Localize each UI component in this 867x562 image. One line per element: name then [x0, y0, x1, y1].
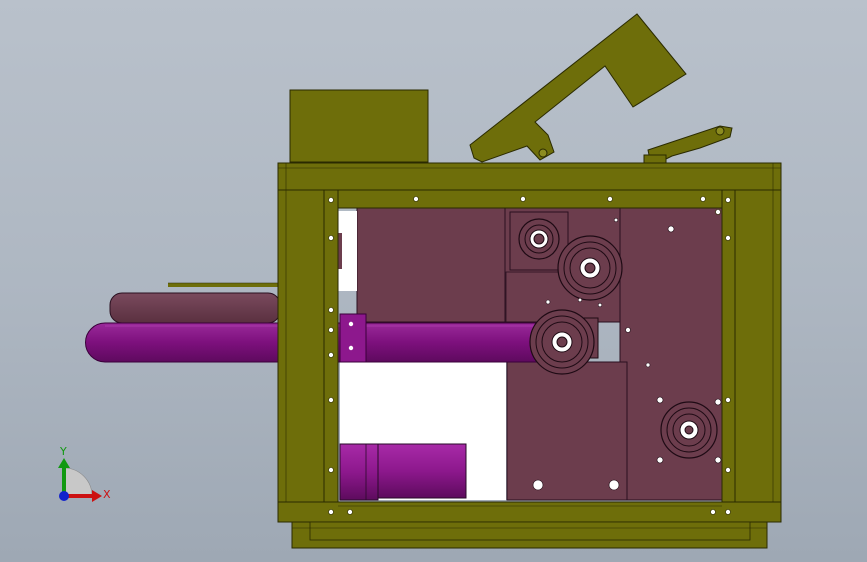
- y-axis-label: Y: [59, 445, 67, 458]
- axis-triad: Y X: [58, 445, 111, 502]
- y-axis-arrow: [58, 458, 70, 468]
- triad-arc: [63, 467, 93, 497]
- x-axis-label: X: [103, 488, 111, 501]
- cad-viewport[interactable]: Y X: [0, 0, 867, 562]
- z-axis-dot: [59, 491, 69, 501]
- x-axis-arrow: [92, 490, 102, 502]
